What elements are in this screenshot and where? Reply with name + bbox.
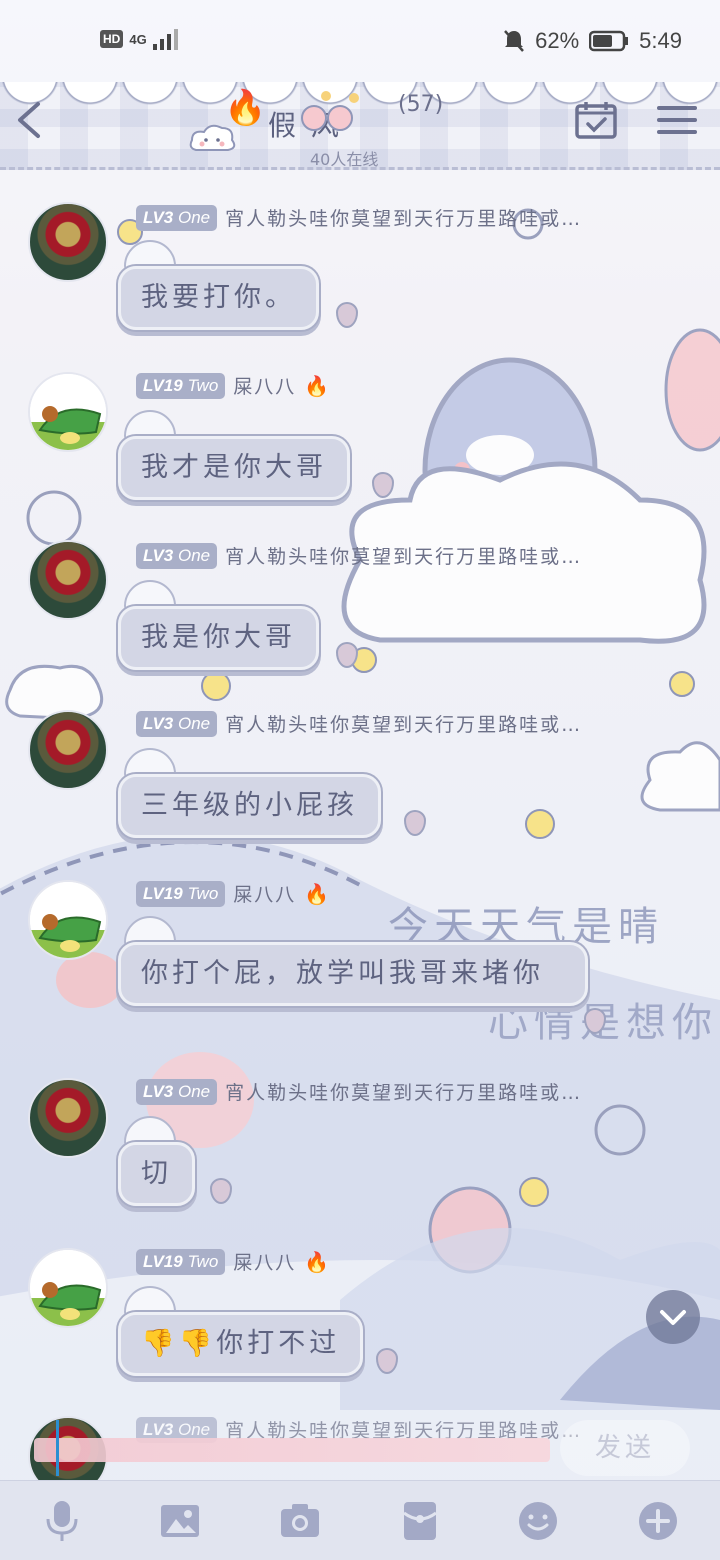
sender-nickname[interactable]: 屎八八 [233,372,296,399]
clock: 5:49 [639,28,682,53]
level-badge[interactable]: LV3 One [136,542,218,569]
strawberry-decoration [210,1178,232,1204]
sender-nickname[interactable]: 宵人勒头哇你莫望到天行万里路哇或… [225,1078,582,1105]
fire-icon: 🔥 [304,1249,330,1274]
message-input[interactable] [34,1438,550,1462]
sender-nickname[interactable]: 宵人勒头哇你莫望到天行万里路哇或… [225,542,582,569]
fire-icon: 🔥 [224,88,267,128]
avatar[interactable] [28,540,108,620]
sender-meta: LV3 One 宵人勒头哇你莫望到天行万里路哇或… [136,1078,582,1105]
microphone-icon[interactable] [40,1499,84,1543]
back-arrow-icon[interactable] [10,98,46,142]
avatar-alligator-image [30,882,106,958]
status-left: HD 4G [100,28,179,50]
message-bubble[interactable]: 我才是你大哥 [118,436,350,500]
calendar-check-icon[interactable] [574,100,618,140]
status-right: 62% 5:49 [503,28,682,54]
input-area: 发送 [0,1410,720,1480]
strawberry-decoration [376,1348,398,1374]
red-packet-icon[interactable] [398,1499,442,1543]
avatar[interactable] [28,880,108,960]
fire-icon: 🔥 [304,373,330,398]
send-button[interactable]: 发送 [560,1420,690,1476]
sender-nickname[interactable]: 宵人勒头哇你莫望到天行万里路哇或… [225,710,582,737]
image-icon[interactable] [158,1499,202,1543]
sender-nickname[interactable]: 屎八八 [233,880,296,907]
sender-nickname[interactable]: 屎八八 [233,1248,296,1275]
strawberry-decoration [336,642,358,668]
avatar[interactable] [28,1078,108,1158]
sender-meta: LV3 One 宵人勒头哇你莫望到天行万里路哇或… [136,542,582,569]
mute-notification-icon [504,30,525,52]
avatar[interactable] [28,710,108,790]
hd-badge: HD [100,30,124,48]
sender-nickname[interactable]: 宵人勒头哇你莫望到天行万里路哇或… [225,204,582,231]
menu-icon[interactable] [656,100,698,140]
sender-meta: LV19 Two 屎八八 🔥 [136,372,329,399]
avatar[interactable] [28,1248,108,1328]
message-bubble[interactable]: 切 [118,1142,195,1206]
sender-meta: LV3 One 宵人勒头哇你莫望到天行万里路哇或… [136,204,582,231]
emoji-icon[interactable] [516,1499,560,1543]
level-badge[interactable]: LV19 Two [136,372,226,399]
message-bubble[interactable]: 你打个屁，放学叫我哥来堵你 [118,942,588,1006]
strawberry-decoration [372,472,394,498]
network-type: 4G [129,31,147,47]
level-badge[interactable]: LV3 One [136,204,218,231]
level-badge[interactable]: LV3 One [136,1078,218,1105]
flower-faces-icon [301,91,359,131]
scroll-to-bottom-button[interactable] [646,1290,700,1344]
avatar[interactable] [28,372,108,452]
online-count: 40人在线 [310,150,379,169]
message-bubble[interactable]: 我是你大哥 [118,606,319,670]
fire-icon: 🔥 [304,881,330,906]
battery-percent: 62% [535,28,580,53]
strawberry-decoration [404,810,426,836]
message-bubble[interactable]: 👎👎你打不过 [118,1312,364,1376]
avatar-alligator-image [30,374,106,450]
level-badge[interactable]: LV19 Two [136,880,226,907]
bottom-toolbar [0,1480,720,1560]
text-cursor [56,1420,59,1476]
member-count: (57) [398,92,444,117]
sender-meta: LV19 Two 屎八八 🔥 [136,1248,329,1275]
avatar-alligator-image [30,1250,106,1326]
sender-meta: LV19 Two 屎八八 🔥 [136,880,329,907]
sender-meta: LV3 One 宵人勒头哇你莫望到天行万里路哇或… [136,710,582,737]
plus-icon[interactable] [636,1499,680,1543]
message-bubble[interactable]: 我要打你。 [118,266,319,330]
avatar[interactable] [28,202,108,282]
battery-icon [589,30,629,52]
chat-header: 🔥 假 风 (57) 40人在线 [0,82,720,170]
camera-icon[interactable] [278,1499,322,1543]
group-title[interactable]: 🔥 假 风 (57) 40人在线 [188,86,488,169]
status-bar: HD 4G 62% 5:49 [0,0,720,82]
signal-icon [152,29,178,50]
chevron-down-icon [660,1310,686,1325]
level-badge[interactable]: LV19 Two [136,1248,226,1275]
strawberry-decoration [336,302,358,328]
strawberry-decoration [584,1008,606,1034]
level-badge[interactable]: LV3 One [136,710,218,737]
message-bubble[interactable]: 三年级的小屁孩 [118,774,381,838]
